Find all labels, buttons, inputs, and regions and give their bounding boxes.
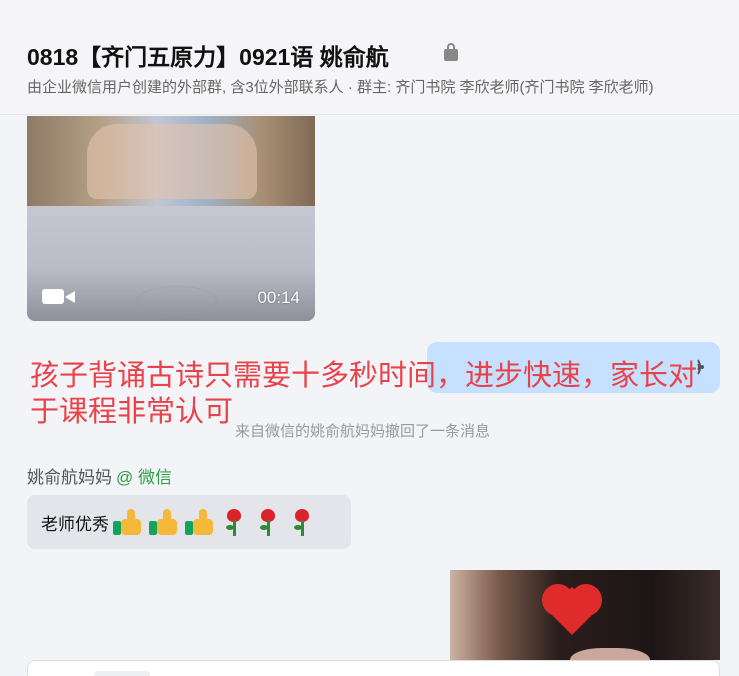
sender-name[interactable]: 姚俞航妈妈 [27, 468, 112, 487]
video-camera-icon [42, 288, 76, 305]
lock-icon [444, 43, 458, 62]
chat-header: 0818【齐门五原力】0921语 姚俞航 由企业微信用户创建的外部群, 含3位外… [0, 0, 739, 115]
thumbs-up-icon [183, 507, 217, 537]
thumbs-up-icon [111, 507, 145, 537]
video-duration: 00:14 [257, 288, 300, 307]
rose-icon [285, 507, 319, 537]
video-frame-child [87, 124, 257, 199]
sender-source-tag: @ 微信 [116, 468, 172, 487]
input-toolbar-tab[interactable] [94, 671, 150, 676]
sender-line: 姚俞航妈妈 @ 微信 [27, 463, 172, 488]
group-title[interactable]: 0818【齐门五原力】0921语 姚俞航 [27, 38, 389, 72]
image-hand [570, 648, 650, 660]
thumbs-up-icon [147, 507, 181, 537]
group-description: 由企业微信用户创建的外部群, 含3位外部联系人 · 群主: 齐门书院 李欣老师(… [27, 79, 654, 96]
video-frame-scribble [137, 286, 217, 314]
image-message[interactable] [450, 570, 720, 660]
message-input-box[interactable] [27, 660, 720, 676]
video-message[interactable]: 00:14 [27, 116, 315, 321]
incoming-message-text: 老师优秀 [41, 514, 109, 534]
rose-icon [251, 507, 285, 537]
heart-icon [542, 584, 602, 640]
rose-icon [217, 507, 251, 537]
incoming-message[interactable]: 老师优秀 [27, 495, 351, 549]
overlay-caption: 孩子背诵古诗只需要十多秒时间，进步快速，家长对于课程非常认可 [30, 358, 698, 428]
